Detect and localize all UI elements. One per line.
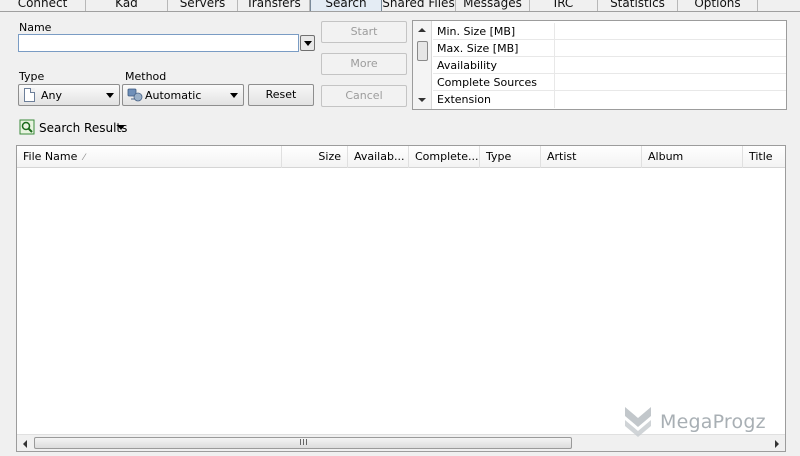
column-availability[interactable]: Availab... — [348, 146, 409, 168]
method-select-value: Automatic — [145, 89, 202, 102]
scroll-left-icon[interactable] — [23, 440, 27, 448]
filter-scroll-thumb[interactable] — [417, 41, 428, 61]
method-select[interactable]: Automatic — [122, 84, 244, 106]
chevron-down-icon — [106, 93, 114, 98]
tab-connect[interactable]: Connect — [0, 0, 86, 11]
scroll-down-icon[interactable] — [418, 98, 426, 102]
search-results-label[interactable]: Search Results — [39, 121, 127, 135]
tab-servers[interactable]: Servers — [168, 0, 238, 11]
filter-name: Complete Sources — [437, 76, 538, 89]
watermark-text: MegaProgz — [660, 411, 766, 433]
tab-statistics[interactable]: Statistics — [598, 0, 678, 11]
chevron-down-icon[interactable] — [117, 125, 125, 130]
start-button[interactable]: Start — [321, 21, 407, 43]
column-album[interactable]: Album — [642, 146, 743, 168]
network-method-icon — [127, 88, 143, 102]
filter-row-max-size[interactable]: Max. Size [MB] — [433, 40, 786, 57]
scroll-up-icon[interactable] — [418, 28, 426, 32]
tab-kad[interactable]: Kad — [86, 0, 168, 11]
tab-search[interactable]: Search — [310, 0, 382, 11]
filter-row-min-size[interactable]: Min. Size [MB] — [433, 23, 786, 40]
search-name-input[interactable] — [18, 34, 299, 52]
column-title[interactable]: Title — [743, 146, 785, 168]
search-results-icon — [19, 119, 35, 135]
method-label: Method — [125, 70, 167, 83]
tab-options[interactable]: Options — [678, 0, 758, 11]
filter-row-availability[interactable]: Availability — [433, 57, 786, 74]
scroll-grip-icon — [300, 439, 308, 445]
column-complete-sources[interactable]: Complete... — [409, 146, 480, 168]
main-toolbar-tabs: Connect Kad Servers Transfers Search Sha… — [0, 0, 800, 12]
column-file-name[interactable]: File Name ⁄ — [17, 146, 282, 168]
name-label: Name — [19, 21, 52, 34]
type-label: Type — [19, 70, 45, 83]
scroll-right-icon[interactable] — [775, 440, 779, 448]
cancel-button[interactable]: Cancel — [321, 85, 407, 107]
filter-scrollbar[interactable] — [413, 21, 432, 109]
results-column-header: File Name ⁄ Size Availab... Complete... T… — [17, 146, 785, 168]
filter-row-extension[interactable]: Extension — [433, 91, 786, 108]
filter-name: Min. Size [MB] — [437, 25, 516, 38]
tab-transfers[interactable]: Transfers — [238, 0, 310, 11]
filter-row-complete-sources[interactable]: Complete Sources — [433, 74, 786, 91]
tab-messages[interactable]: Messages — [456, 0, 530, 11]
filter-name: Availability — [437, 59, 497, 72]
filter-name: Max. Size [MB] — [437, 42, 519, 55]
watermark: MegaProgz — [622, 404, 772, 440]
name-history-dropdown-button[interactable] — [300, 35, 315, 51]
tab-irc[interactable]: IRC — [530, 0, 598, 11]
filter-name: Extension — [437, 93, 492, 106]
tab-shared-files[interactable]: Shared Files — [382, 0, 456, 11]
file-type-icon — [24, 88, 35, 102]
column-size[interactable]: Size — [282, 146, 348, 168]
search-filter-list: Min. Size [MB] Max. Size [MB] Availabili… — [412, 20, 787, 110]
reset-button[interactable]: Reset — [248, 84, 314, 106]
watermark-logo-icon — [625, 407, 651, 437]
more-button[interactable]: More — [321, 53, 407, 75]
sort-indicator-icon: ⁄ — [83, 153, 85, 163]
type-select-value: Any — [41, 89, 63, 102]
column-type[interactable]: Type — [480, 146, 541, 168]
chevron-down-icon — [230, 93, 238, 98]
type-select[interactable]: Any — [18, 84, 120, 106]
column-artist[interactable]: Artist — [541, 146, 642, 168]
